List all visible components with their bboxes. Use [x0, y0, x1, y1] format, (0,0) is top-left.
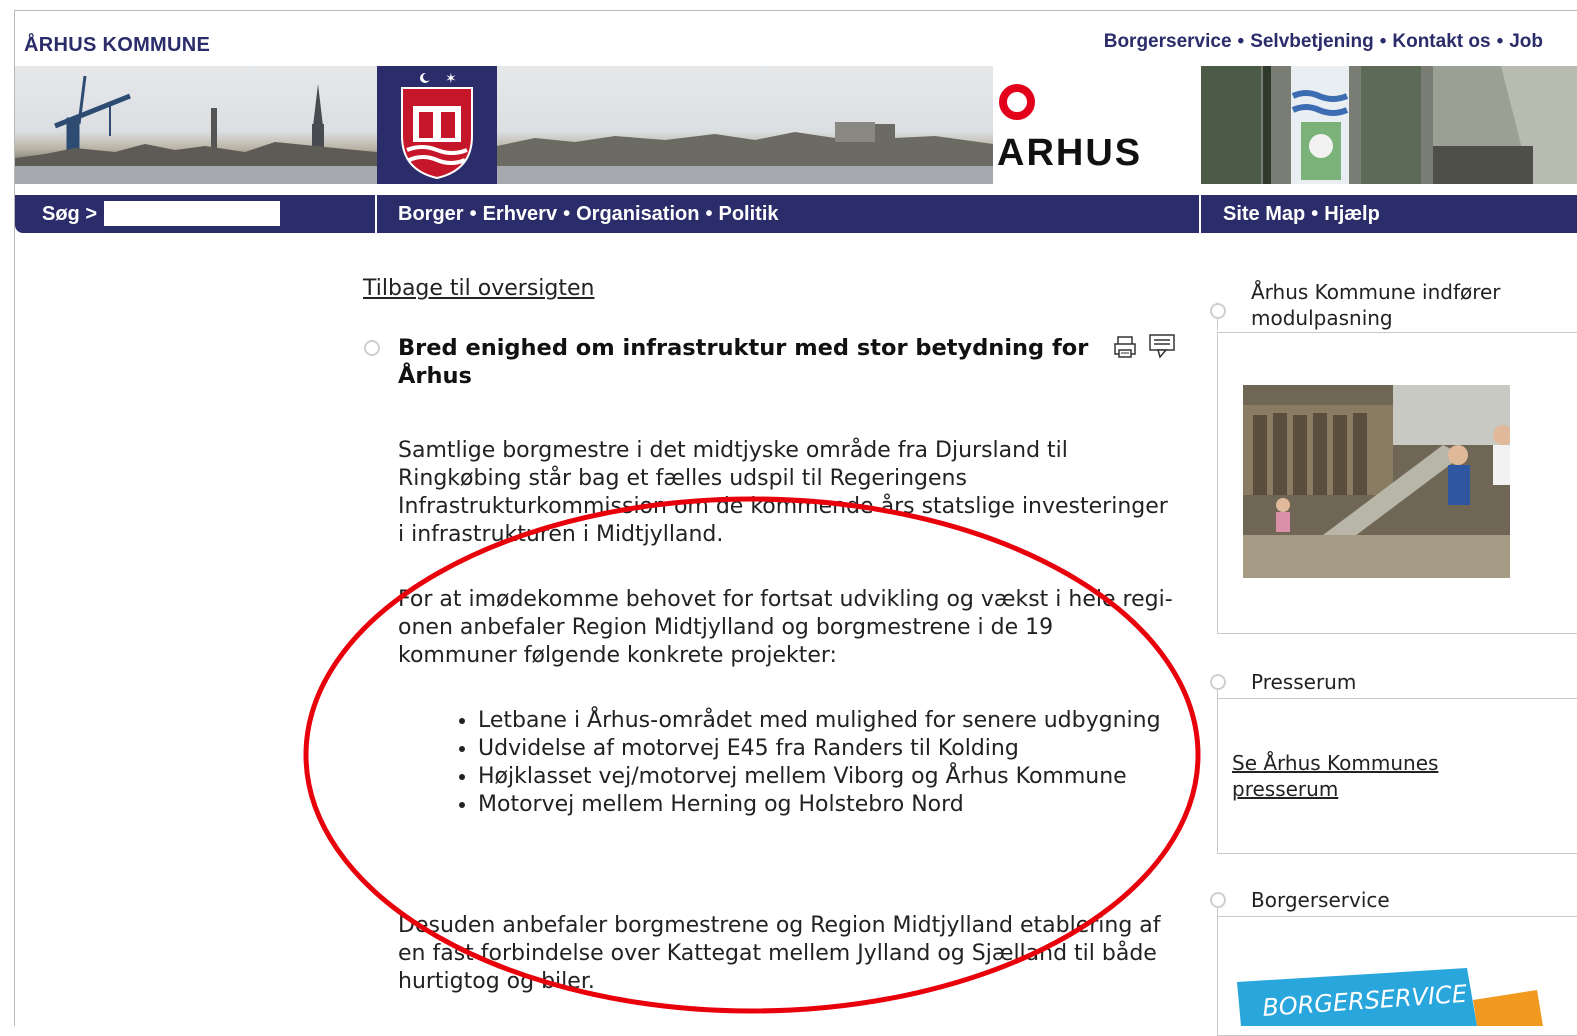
article-paragraph: Desuden anbefaler borgmestrene og Region… [398, 913, 1161, 994]
list-item: Letbane i Århus-området med mulighed for… [478, 707, 1198, 735]
logo-word: ARHUS [997, 132, 1143, 174]
article-title: Bred enighed om infrastruktur med stor b… [398, 335, 1089, 389]
street-photo [1201, 66, 1577, 184]
sidebar-news-title[interactable]: Århus Kommune indfører modulpasning [1251, 279, 1551, 331]
page-frame-top [14, 10, 1577, 11]
article-paragraph: Samtlige borgmestre i det midtjyske områ… [398, 438, 1168, 547]
nav-borger[interactable]: Borger [398, 203, 464, 226]
search-input[interactable] [104, 201, 280, 226]
navbar-divider [1199, 195, 1201, 233]
main-nav: Borger • Erhverv • Organisation • Politi… [398, 203, 779, 226]
press-room-link[interactable]: Se Århus Kommunes presserum [1232, 750, 1492, 802]
separator: • [1237, 31, 1245, 52]
aarhus-logo[interactable]: ARHUS [993, 66, 1198, 184]
sidebar-bullet-icon [1210, 303, 1226, 319]
harbor-skyline-image [15, 66, 993, 184]
list-item: Udvidelse af motorvej E45 fra Randers ti… [478, 735, 1198, 763]
project-list: Letbane i Århus-området med mulighed for… [398, 707, 1198, 819]
nav-erhverv[interactable]: Erhverv [483, 203, 558, 226]
sidebar-service-title[interactable]: Borgerservice [1251, 887, 1551, 913]
brand-name[interactable]: ÅRHUS KOMMUNE [24, 34, 210, 57]
separator: • [1379, 31, 1387, 52]
search-label: Søg > [42, 203, 98, 225]
nav-help[interactable]: Hjælp [1324, 203, 1380, 226]
top-links: Borgerservice • Selvbetjening • Kontakt … [1104, 31, 1543, 53]
comment-icon[interactable] [1148, 333, 1176, 363]
sidebar-bullet-icon [1210, 892, 1226, 908]
top-link-selvbetjening[interactable]: Selvbetjening [1250, 31, 1374, 53]
borgerservice-image[interactable]: BORGERSERVICE [1237, 960, 1577, 1026]
separator: • [1496, 31, 1504, 52]
separator: • [469, 203, 477, 225]
print-icon[interactable] [1113, 335, 1137, 363]
top-link-kontakt[interactable]: Kontakt os [1392, 31, 1490, 53]
svg-text:✶: ✶ [445, 71, 457, 87]
nav-politik[interactable]: Politik [718, 203, 778, 226]
logo-ring [999, 84, 1035, 120]
city-crest-logo[interactable]: ✶ [377, 66, 497, 184]
sidebar-bullet-icon [1210, 674, 1226, 690]
list-item: Motorvej mellem Herning og Holstebro Nor… [478, 791, 1198, 819]
playground-photo[interactable] [1243, 385, 1510, 578]
site-nav: Site Map • Hjælp [1223, 203, 1380, 226]
article-paragraph: For at imødekomme behovet for fortsat ud… [398, 587, 1173, 668]
header-banner: ✶ ARHUS [15, 66, 1577, 184]
back-to-overview-link[interactable]: Tilbage til oversigten [363, 276, 594, 301]
list-item: Højklasset vej/motorvej mellem Viborg og… [478, 763, 1198, 791]
top-link-job[interactable]: Job [1509, 31, 1543, 53]
separator: • [705, 203, 713, 225]
separator: • [563, 203, 571, 225]
headline-bullet-icon [364, 340, 380, 356]
nav-site-map[interactable]: Site Map [1223, 203, 1305, 226]
sidebar-press-title[interactable]: Presserum [1251, 669, 1551, 695]
nav-organisation[interactable]: Organisation [576, 203, 699, 226]
top-link-borgerservice[interactable]: Borgerservice [1104, 31, 1232, 53]
separator: • [1311, 203, 1319, 225]
navbar-divider [375, 195, 377, 233]
